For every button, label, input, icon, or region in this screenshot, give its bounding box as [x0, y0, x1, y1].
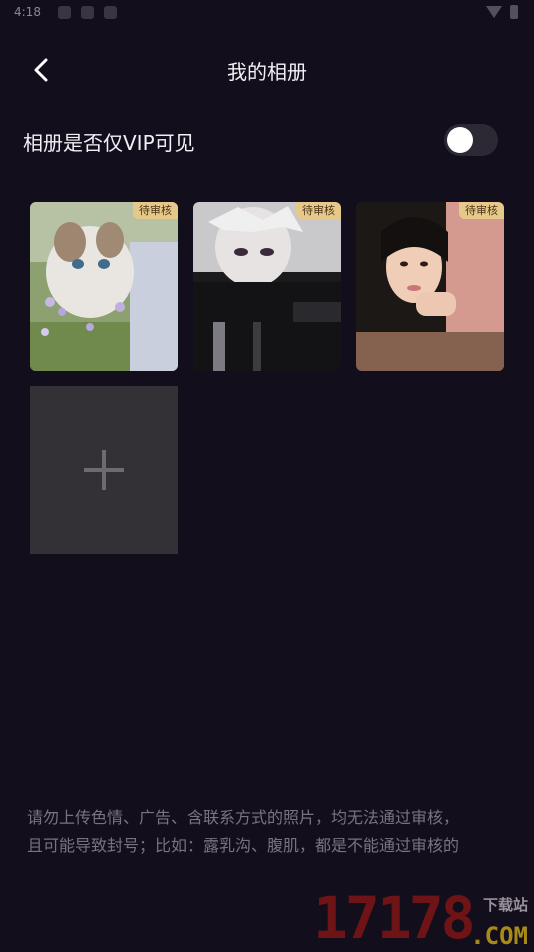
- watermark-text: 下载站: [482, 896, 528, 914]
- notification-icon: [58, 6, 71, 19]
- photo-tile[interactable]: 待审核: [193, 202, 341, 371]
- photo-tile[interactable]: 待审核: [30, 202, 178, 371]
- vip-visibility-row: 相册是否仅VIP可见: [23, 118, 501, 164]
- watermark-logo: 17178 下载站 .COM: [313, 884, 534, 952]
- photo-thumbnail: [356, 202, 504, 371]
- review-status-badge: 待审核: [133, 202, 178, 219]
- watermark-domain: .COM: [470, 922, 528, 950]
- add-photo-button[interactable]: [30, 386, 178, 554]
- watermark-digits: 17178: [313, 884, 476, 952]
- notification-icon: [104, 6, 117, 19]
- photo-tile[interactable]: 待审核: [356, 202, 504, 371]
- notice-line: 且可能导致封号；比如：露乳沟、腹肌，都是不能通过审核的: [27, 836, 460, 855]
- notification-icon: [81, 6, 94, 19]
- nav-bar: 我的相册: [0, 44, 534, 94]
- status-system-icons: [486, 5, 518, 19]
- vip-visibility-label: 相册是否仅VIP可见: [23, 131, 195, 155]
- status-time: 4:18: [14, 5, 41, 19]
- plus-icon: [84, 450, 124, 490]
- toggle-knob: [447, 127, 473, 153]
- review-status-badge: 待审核: [459, 202, 504, 219]
- vip-visibility-toggle[interactable]: [444, 124, 498, 156]
- notice-line: 请勿上传色情、广告、含联系方式的照片，均无法通过审核，: [27, 808, 460, 827]
- status-notification-icons: [58, 6, 117, 19]
- wifi-icon: [486, 6, 502, 18]
- battery-icon: [510, 5, 518, 19]
- review-status-badge: 待审核: [296, 202, 341, 219]
- photo-thumbnail: [30, 202, 178, 371]
- photo-thumbnail: [193, 202, 341, 371]
- page-title: 我的相册: [227, 60, 307, 84]
- status-bar: 4:18: [0, 0, 534, 26]
- upload-notice: 请勿上传色情、广告、含联系方式的照片，均无法通过审核， 且可能导致封号；比如：露…: [27, 804, 513, 860]
